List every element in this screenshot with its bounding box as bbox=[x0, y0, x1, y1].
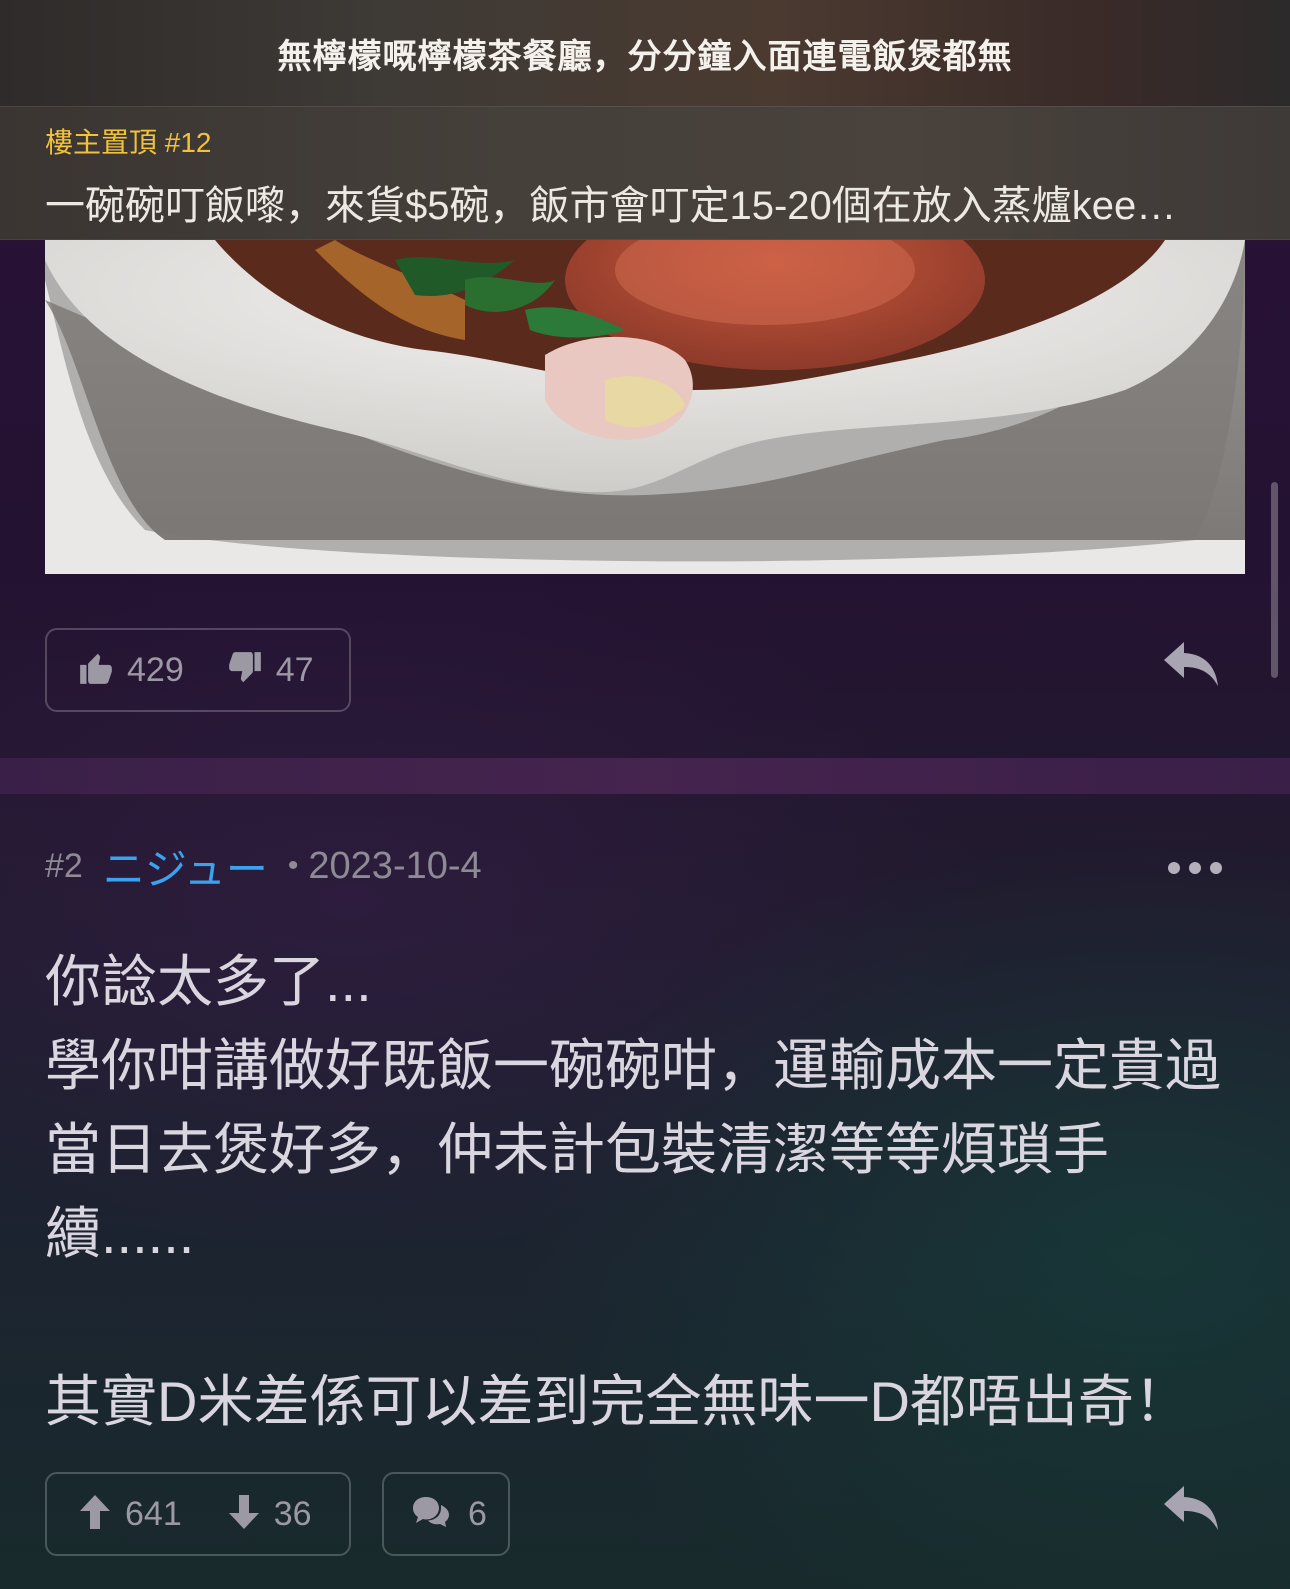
pinned-label: 樓主置頂 #12 bbox=[45, 127, 212, 158]
reply-icon[interactable] bbox=[1162, 1484, 1220, 1537]
post-body-line: 你諗太多了... bbox=[45, 950, 372, 1013]
dislike-count: 47 bbox=[275, 650, 314, 689]
downvote-count: 36 bbox=[273, 1494, 312, 1533]
comment-bubbles-icon bbox=[412, 1495, 450, 1534]
thread-title[interactable]: 無檸檬嘅檸檬茶餐廳，分分鐘入面連電飯煲都無 bbox=[278, 29, 1013, 78]
post-body: 你諗太多了... 學你咁講做好既飯一碗碗咁，運輸成本一定貴過 當日去煲好多，仲未… bbox=[45, 940, 1255, 1444]
post-divider bbox=[0, 758, 1290, 794]
more-options-icon[interactable] bbox=[1166, 860, 1224, 881]
upvote-count: 641 bbox=[125, 1494, 182, 1533]
food-photo-graphic bbox=[45, 240, 1245, 574]
post-body-line: 學你咁講做好既飯一碗碗咁，運輸成本一定貴過 bbox=[45, 1034, 1221, 1097]
comment-count: 6 bbox=[468, 1494, 487, 1533]
post-body-line: 當日去煲好多，仲未計包裝清潔等等煩瑣手 bbox=[45, 1118, 1109, 1181]
pinned-reply-banner[interactable]: 樓主置頂 #12 一碗碗叮飯嚟，來貨$5碗，飯市會叮定15-20個在放入蒸爐ke… bbox=[0, 106, 1290, 240]
thumbs-down-icon[interactable] bbox=[226, 649, 264, 692]
post2-header: #2 ニジュー • 2023-10-4 bbox=[45, 838, 482, 894]
like-count: 429 bbox=[127, 650, 184, 689]
separator-dot: • bbox=[287, 849, 299, 882]
scrollbar-thumb[interactable] bbox=[1271, 482, 1278, 678]
pinned-text: 一碗碗叮飯嚟，來貨$5碗，飯市會叮定15-20個在放入蒸爐kee… bbox=[45, 184, 1177, 228]
thread-screen: 無檸檬嘅檸檬茶餐廳，分分鐘入面連電飯煲都無 樓主置頂 #12 一碗碗叮飯嚟，來貨… bbox=[0, 0, 1290, 1589]
post-body-line: 其實D米差係可以差到完全無味一D都唔出奇！ bbox=[45, 1370, 1190, 1433]
comments-box[interactable]: 6 bbox=[382, 1472, 510, 1556]
downvote-arrow-icon[interactable] bbox=[228, 1494, 260, 1535]
post-date: 2023-10-4 bbox=[308, 844, 482, 887]
upvote-arrow-icon[interactable] bbox=[79, 1494, 111, 1535]
post-body-line: 續...... bbox=[45, 1202, 195, 1265]
post2-vote-box: 641 36 bbox=[45, 1472, 351, 1556]
post-username[interactable]: ニジュー bbox=[103, 836, 268, 897]
post1-vote-box: 429 47 bbox=[45, 628, 351, 712]
reply-icon[interactable] bbox=[1162, 640, 1220, 693]
thumbs-up-icon[interactable] bbox=[77, 649, 115, 692]
post-number: #2 bbox=[45, 846, 83, 885]
post-body-blank-line bbox=[45, 1276, 1255, 1360]
post-image[interactable] bbox=[45, 240, 1245, 574]
thread-title-bar: 無檸檬嘅檸檬茶餐廳，分分鐘入面連電飯煲都無 bbox=[0, 0, 1290, 106]
